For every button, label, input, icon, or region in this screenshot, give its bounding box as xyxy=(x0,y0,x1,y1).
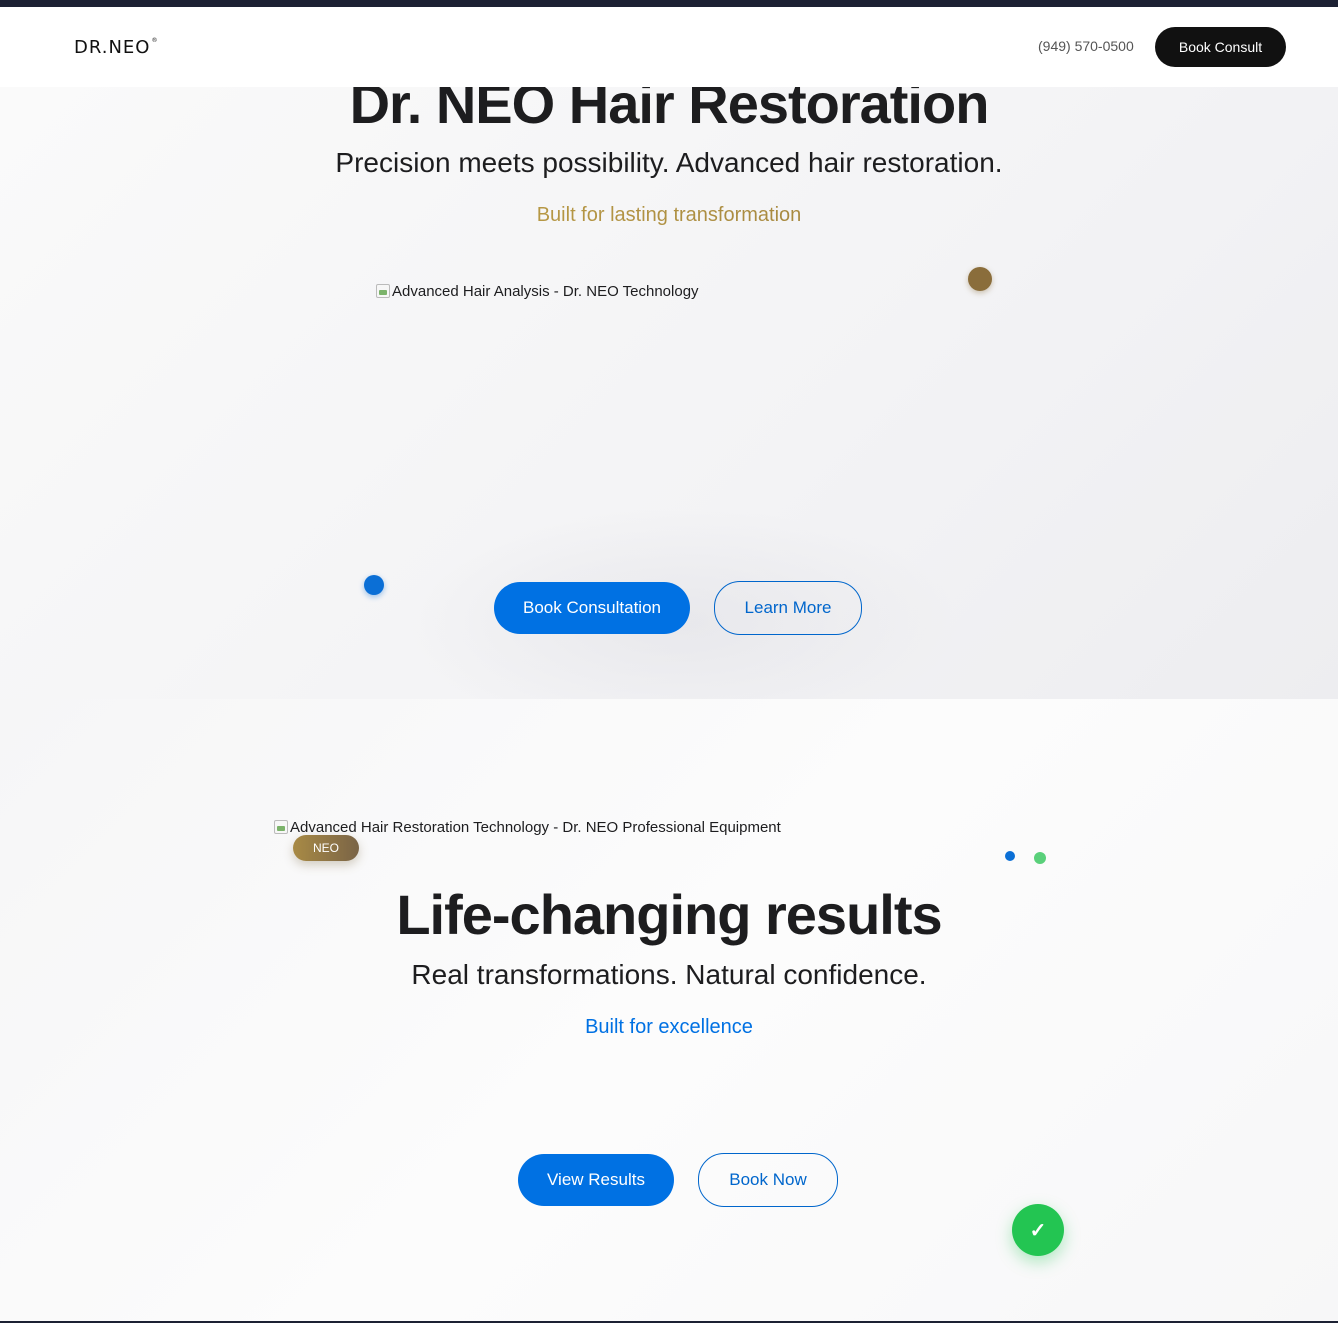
hero-image-alt: Advanced Hair Analysis - Dr. NEO Technol… xyxy=(392,283,699,300)
broken-image-icon xyxy=(376,284,390,298)
book-consultation-button[interactable]: Book Consultation xyxy=(494,582,690,634)
logo-registered-mark: ® xyxy=(151,37,159,44)
broken-image-icon xyxy=(274,820,288,834)
hero-tagline: Built for lasting transformation xyxy=(0,202,1338,228)
green-dot-decoration xyxy=(1034,852,1046,864)
logo[interactable]: DR.NEO® xyxy=(74,37,158,58)
blue-dot-decoration xyxy=(364,575,384,595)
results-section: Advanced Hair Restoration Technology - D… xyxy=(0,699,1338,1321)
results-image: Advanced Hair Restoration Technology - D… xyxy=(274,819,781,836)
results-subtitle: Real transformations. Natural confidence… xyxy=(411,959,927,990)
hero-title: Dr. NEO Hair Restoration xyxy=(349,87,990,135)
gold-dot-decoration xyxy=(968,267,992,291)
neo-badge: NEO xyxy=(293,835,359,861)
book-now-button[interactable]: Book Now xyxy=(698,1153,838,1207)
results-image-alt: Advanced Hair Restoration Technology - D… xyxy=(290,819,781,836)
learn-more-button[interactable]: Learn More xyxy=(714,581,862,635)
hero-image: Advanced Hair Analysis - Dr. NEO Technol… xyxy=(376,283,699,300)
site-header: DR.NEO® (949) 570-0500 Book Consult xyxy=(0,7,1338,87)
hero-section: Dr. NEO Hair Restoration Precision meets… xyxy=(0,87,1338,699)
top-accent-strip xyxy=(0,0,1338,7)
checkmark-icon[interactable]: ✓ xyxy=(1012,1204,1064,1256)
phone-link[interactable]: (949) 570-0500 xyxy=(1038,38,1134,54)
view-results-button[interactable]: View Results xyxy=(518,1154,674,1206)
results-tagline: Built for excellence xyxy=(585,1016,753,1038)
hero-subtitle: Precision meets possibility. Advanced ha… xyxy=(335,147,1003,178)
book-consult-button[interactable]: Book Consult xyxy=(1155,27,1286,67)
blue-dot-decoration xyxy=(1005,851,1015,861)
results-title: Life-changing results xyxy=(396,883,942,946)
